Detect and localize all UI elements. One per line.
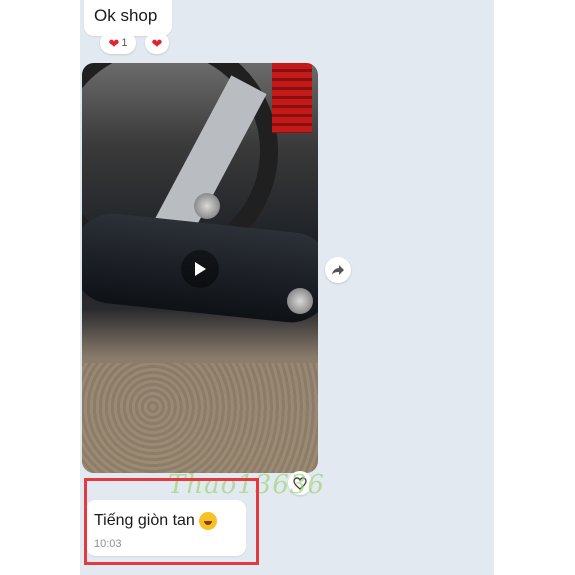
play-button[interactable] [181, 250, 219, 288]
share-button[interactable] [325, 257, 351, 283]
highlight-annotation-box [84, 478, 259, 565]
reaction-count: 1 [121, 37, 128, 49]
video-message[interactable] [82, 63, 318, 473]
message-bubble-ok-shop[interactable]: Ok shop [84, 0, 172, 36]
video-frame-bolt [287, 288, 313, 314]
video-frame-ground [82, 363, 318, 473]
message-text: Ok shop [94, 6, 158, 25]
share-icon [332, 265, 344, 275]
reaction-heart[interactable]: ❤ [145, 32, 169, 54]
play-icon [195, 262, 206, 276]
video-frame-shock-absorber [272, 63, 312, 133]
video-frame-bolt [194, 193, 220, 219]
reaction-heart-count[interactable]: ❤ 1 [100, 32, 136, 54]
heart-icon: ❤ [151, 35, 163, 51]
heart-icon: ❤ [108, 35, 120, 51]
